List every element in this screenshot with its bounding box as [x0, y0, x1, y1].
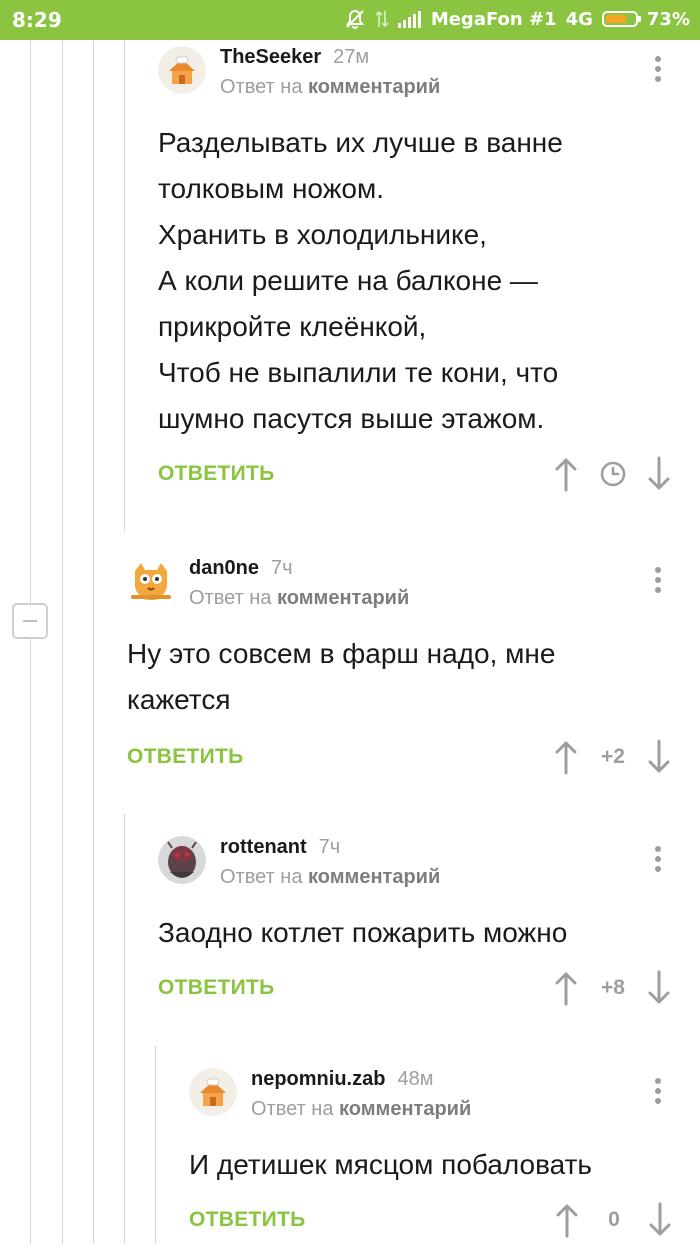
- status-icons: MegaFon #1 4G 73%: [344, 8, 690, 30]
- comment-actions: ОТВЕТИТЬ +2: [127, 737, 700, 781]
- comment: rottenant 7ч Ответ на комментарий Заодно …: [158, 836, 700, 1012]
- status-bar: 8:29 MegaFon #1 4G 73%: [0, 0, 700, 40]
- comment-header: rottenant 7ч Ответ на комментарий: [158, 836, 700, 892]
- author-name[interactable]: nepomniu.zab 48м: [251, 1068, 433, 1091]
- comment-header: TheSeeker 27м Ответ на комментарий: [158, 46, 700, 102]
- reply-to: Ответ на комментарий: [220, 76, 441, 98]
- comment-actions: ОТВЕТИТЬ +8: [158, 968, 700, 1012]
- battery-icon: [601, 11, 641, 27]
- reply-button[interactable]: ОТВЕТИТЬ: [158, 462, 275, 486]
- downvote-icon[interactable]: [647, 970, 671, 1006]
- photo-avatar[interactable]: [158, 836, 206, 884]
- comment-age: 7ч: [271, 557, 293, 579]
- reply-to: Ответ на комментарий: [220, 866, 441, 888]
- thread-rail: [93, 40, 94, 1244]
- author-name[interactable]: dan0ne 7ч: [189, 557, 293, 580]
- thread-rail: [30, 639, 31, 1244]
- reply-to-link[interactable]: комментарий: [339, 1098, 471, 1120]
- more-options-icon[interactable]: [655, 1078, 661, 1106]
- comment-body: Ну это совсем в фарш надо, мне кажется: [127, 638, 556, 715]
- comment-age: 27м: [333, 46, 370, 68]
- battery-percent: 73%: [646, 8, 690, 30]
- reply-to-link[interactable]: комментарий: [308, 76, 440, 98]
- upvote-icon[interactable]: [554, 456, 578, 492]
- collapse-thread-button[interactable]: [12, 603, 48, 639]
- reply-to: Ответ на комментарий: [189, 587, 410, 609]
- comment: dan0ne 7ч Ответ на комментарий Ну это сов…: [127, 557, 700, 781]
- comment: nepomniu.zab 48м Ответ на комментарий И д…: [189, 1068, 700, 1244]
- cat-avatar[interactable]: [127, 557, 175, 605]
- thread-rail: [155, 1046, 156, 1244]
- thread-rail: [30, 40, 31, 603]
- reply-to-link[interactable]: комментарий: [308, 866, 440, 888]
- reply-to-link[interactable]: комментарий: [277, 587, 409, 609]
- downvote-icon[interactable]: [647, 739, 671, 775]
- thread-rail: [62, 40, 63, 1244]
- upvote-icon[interactable]: [554, 970, 578, 1006]
- house-avatar[interactable]: [158, 46, 206, 94]
- more-options-icon[interactable]: [655, 56, 661, 84]
- thread-rail: [124, 40, 125, 532]
- network-label: 4G: [565, 8, 593, 30]
- comment-score: +8: [601, 976, 625, 999]
- reply-button[interactable]: ОТВЕТИТЬ: [189, 1208, 306, 1232]
- comment-actions: ОТВЕТИТЬ: [158, 454, 700, 498]
- downvote-icon[interactable]: [648, 1202, 672, 1238]
- downvote-icon[interactable]: [647, 456, 671, 492]
- comment-actions: ОТВЕТИТЬ 0: [189, 1200, 700, 1244]
- clock-icon: [600, 461, 626, 487]
- author-name[interactable]: TheSeeker 27м: [220, 46, 369, 69]
- signal-icon: [397, 10, 422, 28]
- data-arrows-icon: [375, 9, 389, 29]
- thread-rail: [124, 814, 125, 1244]
- more-options-icon[interactable]: [655, 846, 661, 874]
- comment-age: 7ч: [318, 836, 341, 858]
- comment-score: 0: [608, 1208, 620, 1231]
- comment-header: nepomniu.zab 48м Ответ на комментарий: [189, 1068, 700, 1124]
- reply-button[interactable]: ОТВЕТИТЬ: [127, 745, 244, 769]
- clock: 8:29: [12, 8, 62, 32]
- comment: TheSeeker 27м Ответ на комментарий Раздел…: [158, 46, 700, 498]
- upvote-icon[interactable]: [554, 739, 578, 775]
- more-options-icon[interactable]: [655, 567, 661, 595]
- comment-body: Заодно котлет пожарить можно: [158, 917, 568, 948]
- reply-button[interactable]: ОТВЕТИТЬ: [158, 976, 275, 1000]
- reply-to: Ответ на комментарий: [251, 1098, 472, 1120]
- comment-body: Разделывать их лучше в ванне толковым но…: [158, 127, 563, 434]
- comment-score: +2: [601, 745, 625, 768]
- upvote-icon[interactable]: [555, 1202, 579, 1238]
- comment-age: 48м: [397, 1068, 434, 1090]
- house-avatar[interactable]: [189, 1068, 237, 1116]
- mute-icon: [344, 8, 366, 30]
- carrier-label: MegaFon #1: [430, 8, 557, 30]
- author-name[interactable]: rottenant 7ч: [220, 836, 340, 859]
- comment-header: dan0ne 7ч Ответ на комментарий: [127, 557, 700, 613]
- comment-body: И детишек мясцом побаловать: [189, 1149, 593, 1180]
